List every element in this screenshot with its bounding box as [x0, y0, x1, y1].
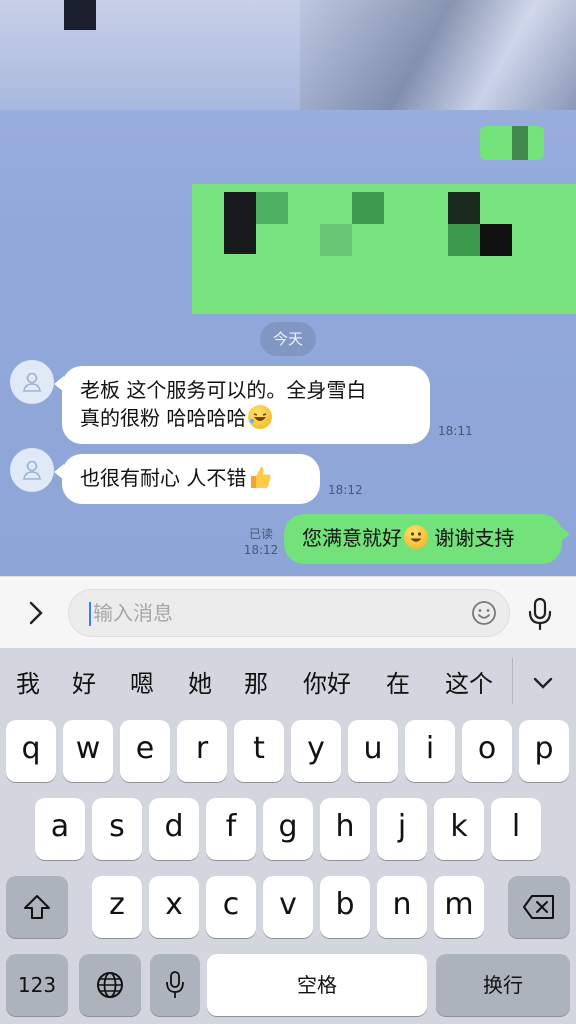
- candidate-word[interactable]: 她: [178, 648, 222, 718]
- key-m[interactable]: m: [434, 876, 484, 938]
- smiley-icon: [472, 601, 496, 625]
- person-icon: [23, 460, 41, 480]
- shift-icon: [24, 895, 50, 919]
- incoming-message[interactable]: 也很有耐心 人不错: [54, 454, 320, 504]
- message-input[interactable]: 输入消息: [68, 589, 510, 637]
- thumbs-up-emoji-icon: [248, 464, 272, 490]
- key-y[interactable]: y: [291, 720, 341, 782]
- expand-candidates-button[interactable]: [526, 666, 560, 700]
- key-p[interactable]: p: [519, 720, 569, 782]
- numbers-key[interactable]: 123: [6, 954, 68, 1016]
- key-s[interactable]: s: [92, 798, 142, 860]
- redacted-block: [512, 126, 528, 160]
- key-z[interactable]: z: [92, 876, 142, 938]
- backspace-key[interactable]: [508, 876, 570, 938]
- key-c[interactable]: c: [206, 876, 256, 938]
- redacted-block: [224, 192, 256, 254]
- candidate-word[interactable]: 这个: [436, 648, 502, 718]
- input-bar: 输入消息: [0, 576, 576, 649]
- key-q[interactable]: q: [6, 720, 56, 782]
- date-divider: 今天: [260, 322, 316, 356]
- key-k[interactable]: k: [434, 798, 484, 860]
- key-d[interactable]: d: [149, 798, 199, 860]
- contact-avatar[interactable]: [10, 448, 54, 492]
- message-line: 真的很粉 哈哈哈哈: [80, 406, 247, 430]
- read-receipt: 已读 18:12: [236, 526, 286, 558]
- shift-key[interactable]: [6, 876, 68, 938]
- return-key[interactable]: 换行: [436, 954, 570, 1016]
- candidate-bar: 我 好 嗯 她 那 你好 在 这个: [0, 648, 576, 718]
- message-time: 18:12: [243, 543, 279, 557]
- outgoing-message[interactable]: 您满意就好 谢谢支持: [284, 514, 570, 564]
- key-n[interactable]: n: [377, 876, 427, 938]
- person-icon: [23, 372, 41, 392]
- redacted-block: [256, 192, 288, 224]
- redacted-block: [320, 224, 352, 256]
- emoji-button[interactable]: [471, 600, 497, 626]
- key-v[interactable]: v: [263, 876, 313, 938]
- message-line: 您满意就好: [302, 526, 402, 550]
- candidate-word[interactable]: 嗯: [120, 648, 164, 718]
- backspace-icon: [523, 895, 554, 919]
- candidate-word[interactable]: 你好: [294, 648, 360, 718]
- microphone-icon: [528, 597, 552, 631]
- chat-history[interactable]: 今天 老板 这个服务可以的。全身雪白 真的很粉 哈哈哈哈 18:11 也很有耐心…: [0, 0, 576, 576]
- read-status: 已读: [248, 527, 273, 541]
- candidate-word[interactable]: 在: [376, 648, 420, 718]
- keyboard: 我 好 嗯 她 那 你好 在 这个 q w e r t y u i o p a …: [0, 648, 576, 1024]
- key-l[interactable]: l: [491, 798, 541, 860]
- candidate-divider: [512, 658, 513, 704]
- key-t[interactable]: t: [234, 720, 284, 782]
- redacted-block: [448, 224, 480, 256]
- key-g[interactable]: g: [263, 798, 313, 860]
- candidate-word[interactable]: 我: [6, 648, 50, 718]
- message-input-placeholder: 输入消息: [93, 601, 173, 625]
- redacted-block: [448, 192, 480, 224]
- key-o[interactable]: o: [462, 720, 512, 782]
- redacted-area: [300, 0, 576, 110]
- contact-avatar[interactable]: [10, 360, 54, 404]
- candidate-word[interactable]: 好: [62, 648, 106, 718]
- key-u[interactable]: u: [348, 720, 398, 782]
- expand-toolbar-button[interactable]: [20, 597, 52, 629]
- dictation-key[interactable]: [150, 954, 200, 1016]
- incoming-message[interactable]: 老板 这个服务可以的。全身雪白 真的很粉 哈哈哈哈: [54, 366, 430, 444]
- message-line: 老板 这个服务可以的。全身雪白: [80, 378, 367, 402]
- redacted-block: [480, 224, 512, 256]
- chevron-right-icon: [29, 601, 43, 625]
- key-w[interactable]: w: [63, 720, 113, 782]
- key-a[interactable]: a: [35, 798, 85, 860]
- chevron-down-icon: [533, 677, 553, 689]
- key-i[interactable]: i: [405, 720, 455, 782]
- redacted-block: [352, 192, 384, 224]
- key-b[interactable]: b: [320, 876, 370, 938]
- message-time: 18:11: [438, 424, 473, 438]
- globe-icon: [97, 972, 123, 998]
- key-e[interactable]: e: [120, 720, 170, 782]
- space-key[interactable]: 空格: [207, 954, 427, 1016]
- key-x[interactable]: x: [149, 876, 199, 938]
- candidate-word[interactable]: 那: [234, 648, 278, 718]
- key-f[interactable]: f: [206, 798, 256, 860]
- message-time: 18:12: [328, 483, 363, 497]
- microphone-icon: [166, 971, 184, 998]
- text-caret: [89, 602, 91, 626]
- smiling-emoji-icon: [404, 525, 428, 549]
- key-h[interactable]: h: [320, 798, 370, 860]
- key-r[interactable]: r: [177, 720, 227, 782]
- redacted-block: [64, 0, 96, 30]
- laughing-emoji-icon: [248, 405, 273, 429]
- language-key[interactable]: [79, 954, 141, 1016]
- message-line: 谢谢支持: [428, 526, 515, 550]
- key-j[interactable]: j: [377, 798, 427, 860]
- message-line: 也很有耐心 人不错: [80, 466, 247, 490]
- voice-input-button[interactable]: [524, 597, 556, 631]
